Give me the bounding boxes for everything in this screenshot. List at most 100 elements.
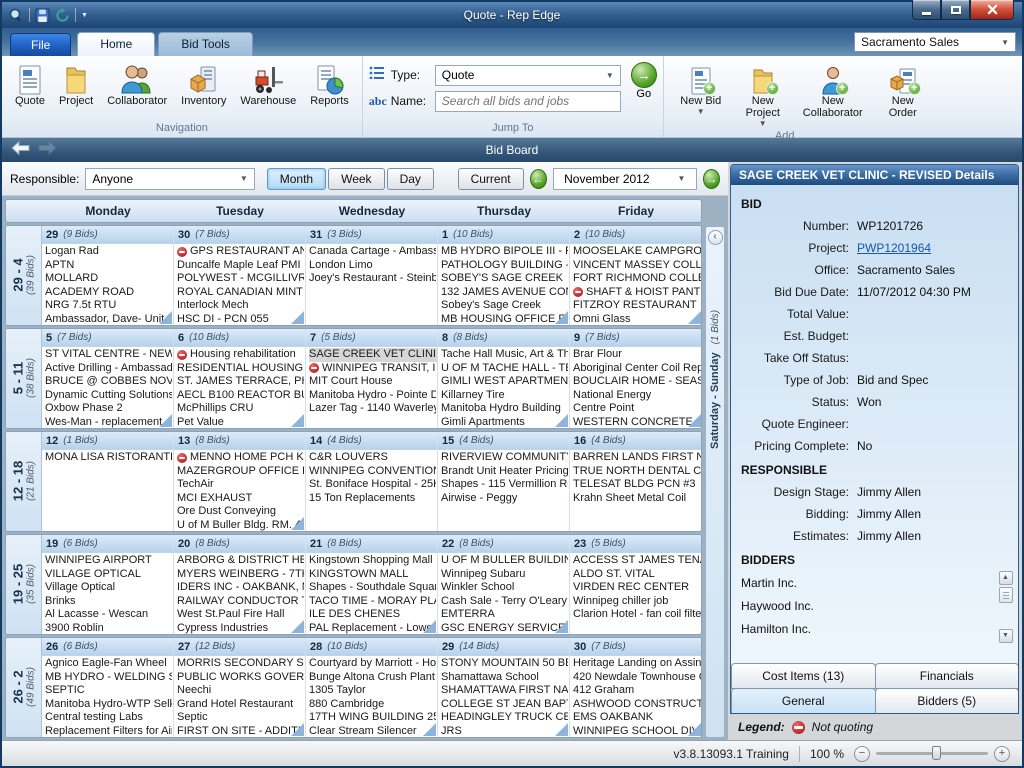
bid-item[interactable]: Duncalfe Maple Leaf PMI	[177, 259, 305, 273]
bid-item[interactable]: Clear Stream Silencer	[309, 725, 437, 738]
bid-item[interactable]: Airwise - Peggy	[441, 492, 569, 506]
bid-item[interactable]: Wes-Man - replacement	[45, 416, 173, 429]
bid-item[interactable]: APTN	[45, 259, 173, 273]
bid-item[interactable]: U OF M BULLER BUILDING	[441, 554, 569, 568]
week-label[interactable]: 12 - 18(21 Bids)	[6, 432, 42, 531]
week-label[interactable]: 19 - 25(35 Bids)	[6, 535, 42, 634]
new-project-button[interactable]: + New Project▼	[732, 58, 794, 128]
bid-item[interactable]: STONY MOUNTAIN 50 BED	[441, 657, 569, 671]
bid-item[interactable]: SEPTIC	[45, 684, 173, 698]
forward-arrow-icon[interactable]	[36, 140, 58, 161]
bid-item[interactable]: Neechi	[177, 684, 305, 698]
day-cell[interactable]: 29(9 Bids)Logan RadAPTNMOLLARDACADEMY RO…	[42, 226, 174, 325]
tab-home[interactable]: Home	[77, 32, 155, 56]
bid-item[interactable]: Brar Flour	[573, 348, 702, 362]
more-indicator[interactable]	[555, 414, 568, 427]
bid-item[interactable]: West St.Paul Fire Hall	[177, 608, 305, 622]
day-cell[interactable]: 1(10 Bids)MB HYDRO BIPOLE III - REVPATHO…	[438, 226, 570, 325]
bid-item[interactable]: National Energy	[573, 389, 702, 403]
bid-item[interactable]: Centre Point	[573, 402, 702, 416]
day-cell[interactable]: 26(6 Bids)Agnico Eagle-Fan WheelMB HYDRO…	[42, 638, 174, 737]
bid-item[interactable]: TechAir	[177, 478, 305, 492]
bid-item[interactable]: VILLAGE OPTICAL	[45, 568, 173, 582]
bid-item[interactable]: RAILWAY CONDUCTOR TRA	[177, 595, 305, 609]
bid-item[interactable]: Killarney Tire	[441, 389, 569, 403]
bid-item[interactable]: Tache Hall Music, Art & Thea	[441, 348, 569, 362]
tab-cost-items[interactable]: Cost Items (13)	[731, 663, 876, 689]
tab-bid-tools[interactable]: Bid Tools	[158, 32, 252, 56]
app-icon[interactable]	[8, 7, 24, 23]
day-cell[interactable]: 28(10 Bids)Courtyard by Marriott - HoteB…	[306, 638, 438, 737]
bid-item[interactable]: BARREN LANDS FIRST NATIC	[573, 451, 702, 465]
more-indicator[interactable]	[555, 311, 568, 324]
bid-item[interactable]: JRS	[441, 725, 569, 738]
bid-item[interactable]: WINNIPEG TRANSIT, INSP	[309, 362, 437, 376]
next-month-button[interactable]: →	[703, 169, 720, 189]
bid-item[interactable]: IDERS INC - OAKBANK, MB	[177, 581, 305, 595]
bid-item[interactable]: PATHOLOGY BUILDING - R	[441, 259, 569, 273]
day-cell[interactable]: 12(1 Bids)MONA LISA RISTORANTE ITA	[42, 432, 174, 531]
more-indicator[interactable]	[291, 517, 304, 530]
bid-item[interactable]: 3900 Roblin	[45, 622, 173, 635]
bid-item[interactable]: SAGE CREEK VET CLINIC - R	[309, 348, 437, 362]
zoom-slider[interactable]	[876, 752, 988, 755]
bid-item[interactable]: Ore Dust Conveying	[177, 505, 305, 519]
bid-item[interactable]: VIRDEN REC CENTER	[573, 581, 702, 595]
bid-item[interactable]: SHAFT & HOIST PANT HV	[573, 286, 702, 300]
bidders-scrollbar[interactable]: ▲ ▼	[998, 571, 1013, 643]
week-label[interactable]: 29 - 4(39 Bids)	[6, 226, 42, 325]
tab-general[interactable]: General	[731, 688, 876, 714]
current-button[interactable]: Current	[458, 168, 524, 190]
day-cell[interactable]: 30(7 Bids)Heritage Landing on Assinib420…	[570, 638, 702, 737]
bid-item[interactable]: Shamattawa School	[441, 671, 569, 685]
bid-item[interactable]: RIVERVIEW COMMUNITY CE	[441, 451, 569, 465]
more-indicator[interactable]	[688, 414, 701, 427]
bid-item[interactable]: Active Drilling - Ambassador	[45, 362, 173, 376]
day-cell[interactable]: 21(8 Bids)Kingstown Shopping MallKINGSTO…	[306, 535, 438, 634]
month-select[interactable]: November 2012 ▼	[553, 168, 697, 190]
weekend-collapsed-panel[interactable]: ‹ Saturday - Sunday (1 Bids)	[705, 226, 725, 738]
bid-item[interactable]: KINGSTOWN MALL	[309, 568, 437, 582]
bid-item[interactable]: Dynamic Cutting Solutions	[45, 389, 173, 403]
bid-item[interactable]: TACO TIME - MORAY PLAZA	[309, 595, 437, 609]
bid-item[interactable]: Manitoba Hydro Building	[441, 402, 569, 416]
bid-item[interactable]: ILE DES CHENES	[309, 608, 437, 622]
bid-item[interactable]: MB HYDRO BIPOLE III - REV	[441, 245, 569, 259]
more-indicator[interactable]	[291, 723, 304, 736]
bid-item[interactable]: Winnipeg chiller job	[573, 595, 702, 609]
bid-item[interactable]: Shapes - 115 Vermillion Rd	[441, 478, 569, 492]
scrollbar-thumb[interactable]	[999, 587, 1013, 603]
bidder-item[interactable]: Hamilton Inc.	[741, 617, 998, 640]
nav-inventory-button[interactable]: Inventory	[174, 58, 233, 107]
bid-item[interactable]: Ambassador, Dave- Unit H	[45, 313, 173, 326]
day-cell[interactable]: 15(4 Bids)RIVERVIEW COMMUNITY CEBrandt U…	[438, 432, 570, 531]
bid-item[interactable]: Gimli Apartments	[441, 416, 569, 429]
bid-item[interactable]: Sobey's Sage Creek	[441, 299, 569, 313]
view-month-button[interactable]: Month	[267, 168, 326, 190]
bid-item[interactable]: MOOSELAKE CAMPGROUN	[573, 245, 702, 259]
bid-item[interactable]: Clarion Hotel - fan coil filters	[573, 608, 702, 622]
search-input[interactable]	[435, 91, 621, 112]
bid-item[interactable]: Brandt Unit Heater Pricing	[441, 465, 569, 479]
bid-item[interactable]: MCI EXHAUST	[177, 492, 305, 506]
bid-item[interactable]: MYERS WEINBERG - 7TH &	[177, 568, 305, 582]
tab-file[interactable]: File	[10, 33, 71, 56]
tab-financials[interactable]: Financials	[875, 663, 1020, 689]
day-cell[interactable]: 27(12 Bids)MORRIS SECONDARY SCHOPUBLIC W…	[174, 638, 306, 737]
bid-item[interactable]: Manitoba Hydro - Pointe Du	[309, 389, 437, 403]
bid-item[interactable]: Omni Glass	[573, 313, 702, 326]
bid-item[interactable]: SOBEY'S SAGE CREEK	[441, 272, 569, 286]
bid-item[interactable]: Agnico Eagle-Fan Wheel	[45, 657, 173, 671]
bid-item[interactable]: MIT Court House	[309, 375, 437, 389]
bid-item[interactable]: BOUCLAIR HOME - SEASON	[573, 375, 702, 389]
bid-item[interactable]: St. Boniface Hospital - 25HP	[309, 478, 437, 492]
day-cell[interactable]: 19(6 Bids)WINNIPEG AIRPORTVILLAGE OPTICA…	[42, 535, 174, 634]
bid-item[interactable]: Canada Cartage - Ambassad	[309, 245, 437, 259]
bid-item[interactable]: Winkler School	[441, 581, 569, 595]
bid-item[interactable]: WINNIPEG SCHOOL DIVIS	[573, 725, 702, 738]
bid-item[interactable]: WINNIPEG CONVENTION CE	[309, 465, 437, 479]
bid-item[interactable]: VINCENT MASSEY COLLEGIA	[573, 259, 702, 273]
day-cell[interactable]: 30(7 Bids)GPS RESTAURANT AND BDuncalfe M…	[174, 226, 306, 325]
bid-item[interactable]: RESIDENTIAL HOUSING UNI	[177, 362, 305, 376]
day-cell[interactable]: 2(10 Bids)MOOSELAKE CAMPGROUNVINCENT MAS…	[570, 226, 702, 325]
